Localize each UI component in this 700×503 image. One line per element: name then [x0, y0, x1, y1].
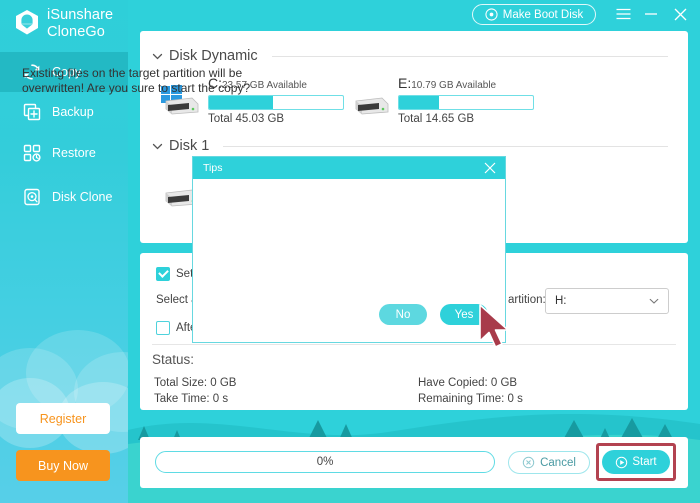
dialog-no-button[interactable]: No	[379, 304, 427, 325]
hamburger-menu-icon	[616, 8, 630, 20]
progress-label: 0%	[316, 456, 334, 468]
start-label: Start	[632, 456, 657, 468]
brand-line-2: CloneGo	[47, 24, 105, 40]
sidebar-item-label: Disk Clone	[52, 190, 113, 204]
status-remaining-time: Remaining Time: 0 s	[418, 393, 523, 405]
disk-clone-icon	[24, 188, 40, 206]
make-boot-disk-label: Make Boot Disk	[502, 8, 584, 21]
dialog-yes-button[interactable]: Yes	[440, 304, 488, 325]
drive-e-available: 10.79 GB Available	[411, 80, 497, 91]
chevron-down-icon	[152, 53, 163, 59]
cancel-circle-icon	[522, 456, 535, 469]
status-have-copied: Have Copied: 0 GB	[418, 377, 518, 389]
chevron-down-icon	[152, 143, 163, 149]
partition-select[interactable]: H:	[545, 288, 669, 314]
section-divider	[271, 55, 668, 57]
section-divider	[223, 145, 668, 147]
sidebar-item-backup[interactable]: Backup	[0, 92, 128, 132]
target-partition-label-wrap: artition:	[508, 294, 546, 306]
sidebar-item-label: Backup	[52, 105, 94, 119]
section-title: Disk Dynamic	[169, 48, 258, 64]
sidebar-item-label: Restore	[52, 146, 96, 160]
start-button[interactable]: Start	[602, 450, 670, 474]
section-header-disk-dynamic[interactable]: Disk Dynamic	[152, 48, 668, 64]
minimize-button[interactable]	[641, 4, 661, 24]
target-partition-label: artition:	[508, 294, 546, 306]
shield-logo-icon	[16, 10, 38, 35]
drive-c-usage-fill	[209, 96, 274, 109]
dialog-title-text: Tips	[203, 162, 223, 174]
buy-now-button[interactable]: Buy Now	[16, 450, 110, 481]
cancel-button[interactable]: Cancel	[508, 451, 590, 474]
restore-grid-icon	[23, 144, 41, 162]
close-icon[interactable]	[483, 161, 497, 175]
brand-text: iSunshare CloneGo	[47, 7, 113, 41]
status-total-size: Total Size: 0 GB	[154, 377, 237, 389]
dialog-message: Existing files on the target partition w…	[22, 66, 251, 95]
brand-logo: iSunshare CloneGo	[14, 7, 113, 41]
status-take-time: Take Time: 0 s	[154, 393, 229, 405]
chevron-down-icon	[649, 298, 659, 304]
drive-c-total: Total 45.03 GB	[208, 113, 285, 125]
sidebar-item-restore[interactable]: Restore	[0, 133, 128, 173]
set-target-checkbox[interactable]	[156, 267, 170, 281]
dialog-no-label: No	[395, 308, 411, 321]
register-label: Register	[39, 411, 87, 426]
drive-e-body: E:10.79 GB Available Total 14.65 GB	[398, 76, 534, 125]
disc-icon	[485, 8, 498, 21]
dialog-title-bar: Tips	[193, 157, 505, 179]
play-circle-icon	[616, 456, 628, 468]
brand-line-1: iSunshare	[47, 7, 114, 23]
make-boot-disk-button[interactable]: Make Boot Disk	[472, 4, 596, 25]
drive-e-letter: E:	[398, 75, 412, 91]
partition-select-value: H:	[555, 295, 567, 307]
drive-e-header: E:10.79 GB Available	[398, 76, 534, 93]
drive-e-usage-fill	[399, 96, 440, 109]
status-divider	[152, 344, 676, 345]
close-window-button[interactable]	[670, 4, 690, 24]
cancel-label: Cancel	[540, 456, 576, 469]
section-title: Disk 1	[169, 138, 210, 154]
sidebar-item-disk-clone[interactable]: Disk Clone	[0, 177, 128, 217]
start-button-highlight: Start	[596, 443, 676, 481]
minimize-icon	[645, 13, 657, 15]
progress-bar: 0%	[155, 451, 495, 473]
menu-button[interactable]	[613, 4, 633, 24]
drive-e-total: Total 14.65 GB	[398, 113, 475, 125]
drive-e[interactable]: E:10.79 GB Available Total 14.65 GB	[348, 76, 534, 125]
dialog-yes-label: Yes	[454, 308, 474, 321]
drive-icon	[355, 97, 389, 115]
title-bar: Make Boot Disk	[128, 0, 700, 31]
buy-now-label: Buy Now	[37, 458, 89, 473]
after-copy-checkbox[interactable]	[156, 321, 170, 335]
register-button[interactable]: Register	[16, 403, 110, 434]
drive-c-usage-bar	[208, 95, 344, 110]
drive-e-usage-bar	[398, 95, 534, 110]
backup-plus-icon	[23, 103, 41, 121]
status-heading: Status:	[152, 352, 195, 367]
close-icon	[674, 8, 686, 20]
application-window: iSunshare CloneGo Copy Backup Restore Di…	[0, 0, 700, 503]
section-header-disk-1[interactable]: Disk 1	[152, 138, 668, 154]
